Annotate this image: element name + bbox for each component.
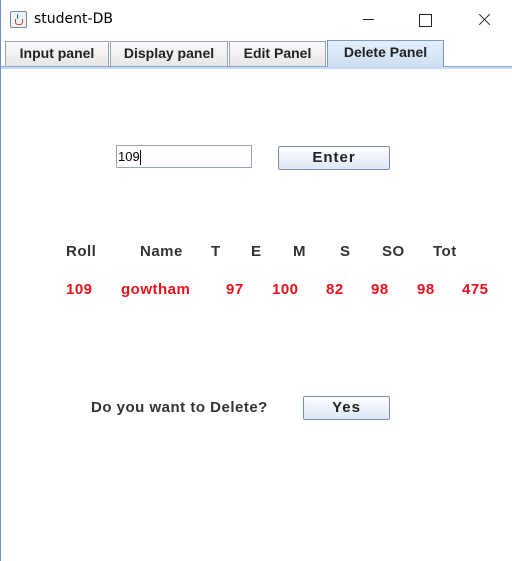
value-e: 100: [272, 281, 299, 298]
enter-button[interactable]: Enter: [278, 146, 390, 170]
text-caret: [139, 150, 141, 166]
delete-confirm-label: Do you want to Delete?: [91, 399, 268, 416]
java-app-icon: [10, 11, 27, 28]
app-window: student-DB Input panel Display panel Edi…: [0, 0, 512, 561]
value-name: gowtham: [121, 281, 191, 298]
title-bar: student-DB: [1, 0, 512, 40]
header-m: M: [293, 243, 306, 260]
value-tot: 475: [462, 281, 489, 298]
roll-input-value: 109: [118, 149, 140, 164]
tab-input-panel[interactable]: Input panel: [5, 41, 109, 66]
window-title: student-DB: [34, 11, 113, 27]
close-icon[interactable]: [466, 6, 502, 34]
tab-edit-panel[interactable]: Edit Panel: [229, 41, 326, 66]
header-so: SO: [382, 243, 405, 260]
header-s: S: [340, 243, 351, 260]
value-m: 82: [326, 281, 344, 298]
value-s: 98: [371, 281, 389, 298]
roll-number-input[interactable]: 109: [116, 145, 252, 168]
value-roll: 109: [66, 281, 93, 298]
header-e: E: [251, 243, 262, 260]
value-t: 97: [226, 281, 244, 298]
header-tot: Tot: [433, 243, 457, 260]
tab-display-panel[interactable]: Display panel: [110, 41, 228, 66]
yes-button[interactable]: Yes: [303, 396, 390, 420]
header-name: Name: [140, 243, 183, 260]
tab-delete-panel[interactable]: Delete Panel: [327, 40, 444, 67]
header-t: T: [211, 243, 221, 260]
maximize-icon[interactable]: [406, 6, 442, 34]
header-roll: Roll: [66, 243, 97, 260]
minimize-icon[interactable]: [350, 6, 386, 34]
value-so: 98: [417, 281, 435, 298]
